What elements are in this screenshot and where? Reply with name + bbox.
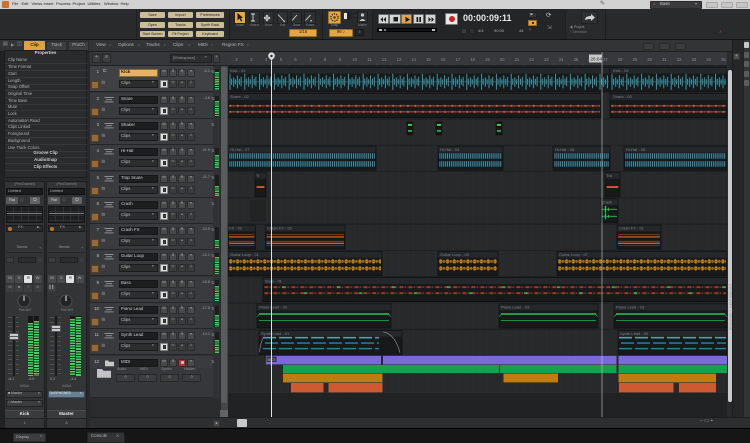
- svg-text:16: 16: [441, 57, 446, 62]
- svg-text:24: 24: [559, 57, 564, 62]
- svg-text:33: 33: [692, 57, 697, 62]
- svg-text:31: 31: [662, 57, 667, 62]
- svg-text:13: 13: [397, 57, 402, 62]
- svg-text:11: 11: [367, 57, 372, 62]
- svg-text:17: 17: [456, 57, 461, 62]
- svg-text:22: 22: [529, 57, 534, 62]
- svg-text:29: 29: [633, 57, 638, 62]
- svg-text:21: 21: [515, 57, 520, 62]
- svg-text:23: 23: [544, 57, 549, 62]
- svg-text:Piano Lead - 03: Piano Lead - 03: [616, 305, 645, 310]
- svg-text:32: 32: [677, 57, 682, 62]
- svg-text:10: 10: [352, 57, 357, 62]
- svg-text:Tra: Tra: [606, 173, 613, 178]
- svg-text:27: 27: [603, 57, 608, 62]
- svg-text:30: 30: [647, 57, 652, 62]
- svg-text:Piano Lead - 03: Piano Lead - 03: [501, 305, 530, 310]
- svg-text:19: 19: [485, 57, 490, 62]
- svg-text:Crash FX - 01: Crash FX - 01: [619, 226, 645, 231]
- svg-text:FX - 02: FX - 02: [229, 226, 243, 231]
- svg-text:34: 34: [706, 57, 711, 62]
- svg-text:35: 35: [721, 57, 726, 62]
- svg-text:25: 25: [574, 57, 579, 62]
- svg-text:12: 12: [382, 57, 387, 62]
- svg-text:26:04: 26:04: [591, 57, 603, 62]
- svg-text:14: 14: [411, 57, 416, 62]
- svg-text:15: 15: [426, 57, 431, 62]
- svg-text:Crash FX - 02: Crash FX - 02: [267, 226, 293, 231]
- svg-text:Crash: Crash: [602, 199, 613, 204]
- svg-text:Piano Lead - 02: Piano Lead - 02: [259, 305, 288, 310]
- svg-text:20: 20: [500, 57, 505, 62]
- svg-text:18: 18: [470, 57, 475, 62]
- svg-text:28: 28: [618, 57, 623, 62]
